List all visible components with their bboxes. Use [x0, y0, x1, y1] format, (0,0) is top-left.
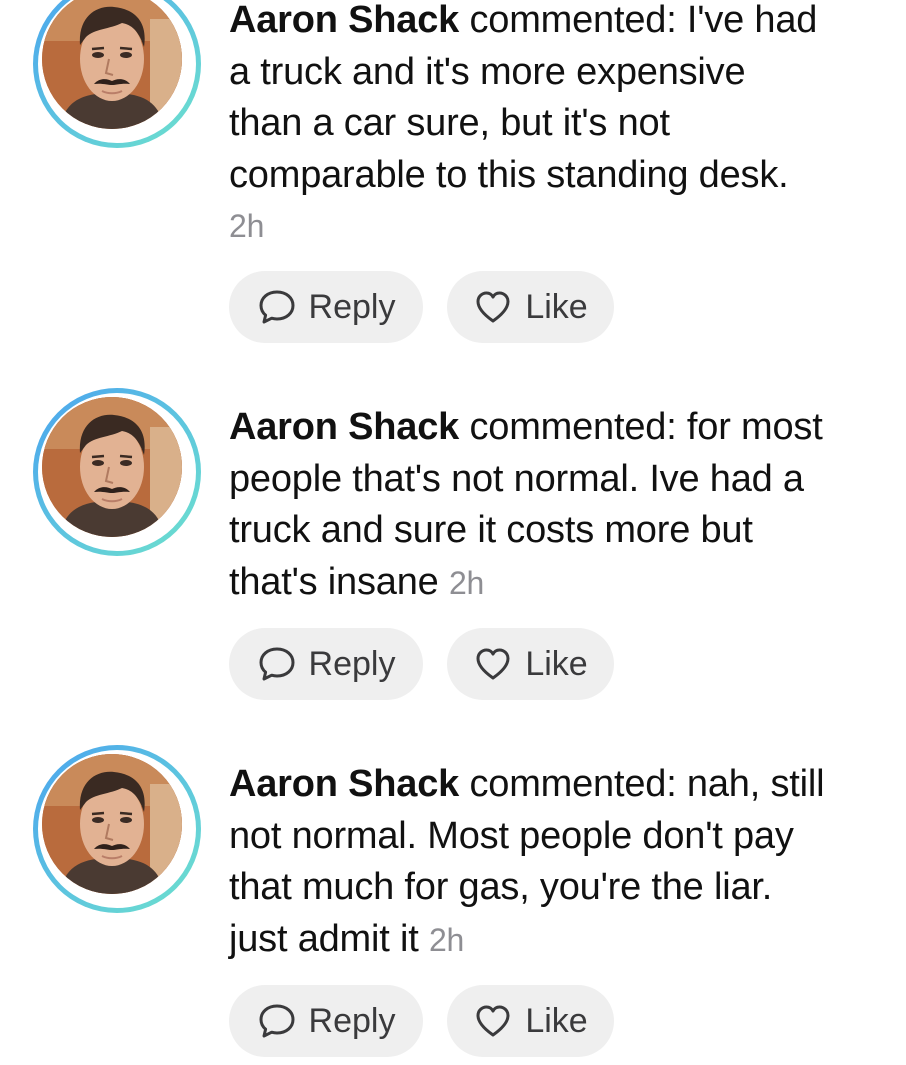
avatar[interactable] — [33, 745, 201, 913]
comment-line: I've had — [686, 0, 818, 41]
avatar[interactable] — [33, 0, 201, 148]
reply-button[interactable]: Reply — [229, 628, 423, 700]
comment-line: comparable to this standing desk. — [229, 153, 789, 196]
comment-line: people that's not normal. Ive had a — [229, 457, 804, 500]
avatar-photo — [42, 754, 182, 894]
comment-line: truck and sure it costs more but — [229, 509, 753, 551]
comment-text: Aaron Shack commented: for most people t… — [229, 402, 906, 609]
reply-button[interactable]: Reply — [229, 985, 423, 1057]
avatar[interactable] — [33, 388, 201, 556]
like-label: Like — [525, 644, 588, 683]
reply-label: Reply — [308, 287, 396, 326]
reply-button[interactable]: Reply — [229, 271, 423, 343]
comment-line: for most — [686, 406, 823, 448]
author-name[interactable]: Aaron Shack — [229, 0, 459, 41]
comment-line: not normal. Most people don't pay — [229, 814, 794, 857]
comment-text: Aaron Shack commented: I've had a truck … — [229, 0, 906, 253]
like-button[interactable]: Like — [447, 271, 614, 343]
heart-outline-icon — [473, 644, 513, 684]
reply-label: Reply — [308, 1001, 396, 1040]
reply-label: Reply — [308, 644, 396, 683]
heart-outline-icon — [473, 287, 513, 327]
author-name[interactable]: Aaron Shack — [229, 763, 459, 805]
speech-bubble-icon — [257, 1001, 297, 1041]
timestamp: 2h — [229, 208, 265, 244]
speech-bubble-icon — [257, 644, 297, 684]
timestamp: 2h — [448, 564, 485, 601]
avatar-photo — [42, 397, 182, 537]
like-button[interactable]: Like — [447, 628, 614, 700]
comment-line: nah, still — [686, 763, 825, 805]
comment-line: a truck and it's more expensive — [229, 50, 746, 93]
comment-verb: commented: — [459, 406, 687, 448]
like-label: Like — [525, 287, 588, 326]
comment-actions: Reply Like — [229, 628, 614, 700]
heart-outline-icon — [473, 1001, 513, 1041]
comment-line: just admit it — [229, 917, 419, 960]
like-button[interactable]: Like — [447, 985, 614, 1057]
comment-actions: Reply Like — [229, 985, 614, 1057]
author-name[interactable]: Aaron Shack — [229, 406, 459, 448]
comment-line: than a car sure, but it's not — [229, 102, 670, 144]
comment-verb: commented: — [459, 763, 687, 805]
comment-text: Aaron Shack commented: nah, still not no… — [229, 759, 906, 966]
comment-verb: commented: — [459, 0, 687, 41]
like-label: Like — [525, 1001, 588, 1040]
timestamp: 2h — [428, 921, 465, 958]
speech-bubble-icon — [257, 287, 297, 327]
comment-actions: Reply Like — [229, 271, 614, 343]
comment-line: that's insane — [229, 560, 439, 603]
comment-line: that much for gas, you're the liar. — [229, 866, 773, 908]
